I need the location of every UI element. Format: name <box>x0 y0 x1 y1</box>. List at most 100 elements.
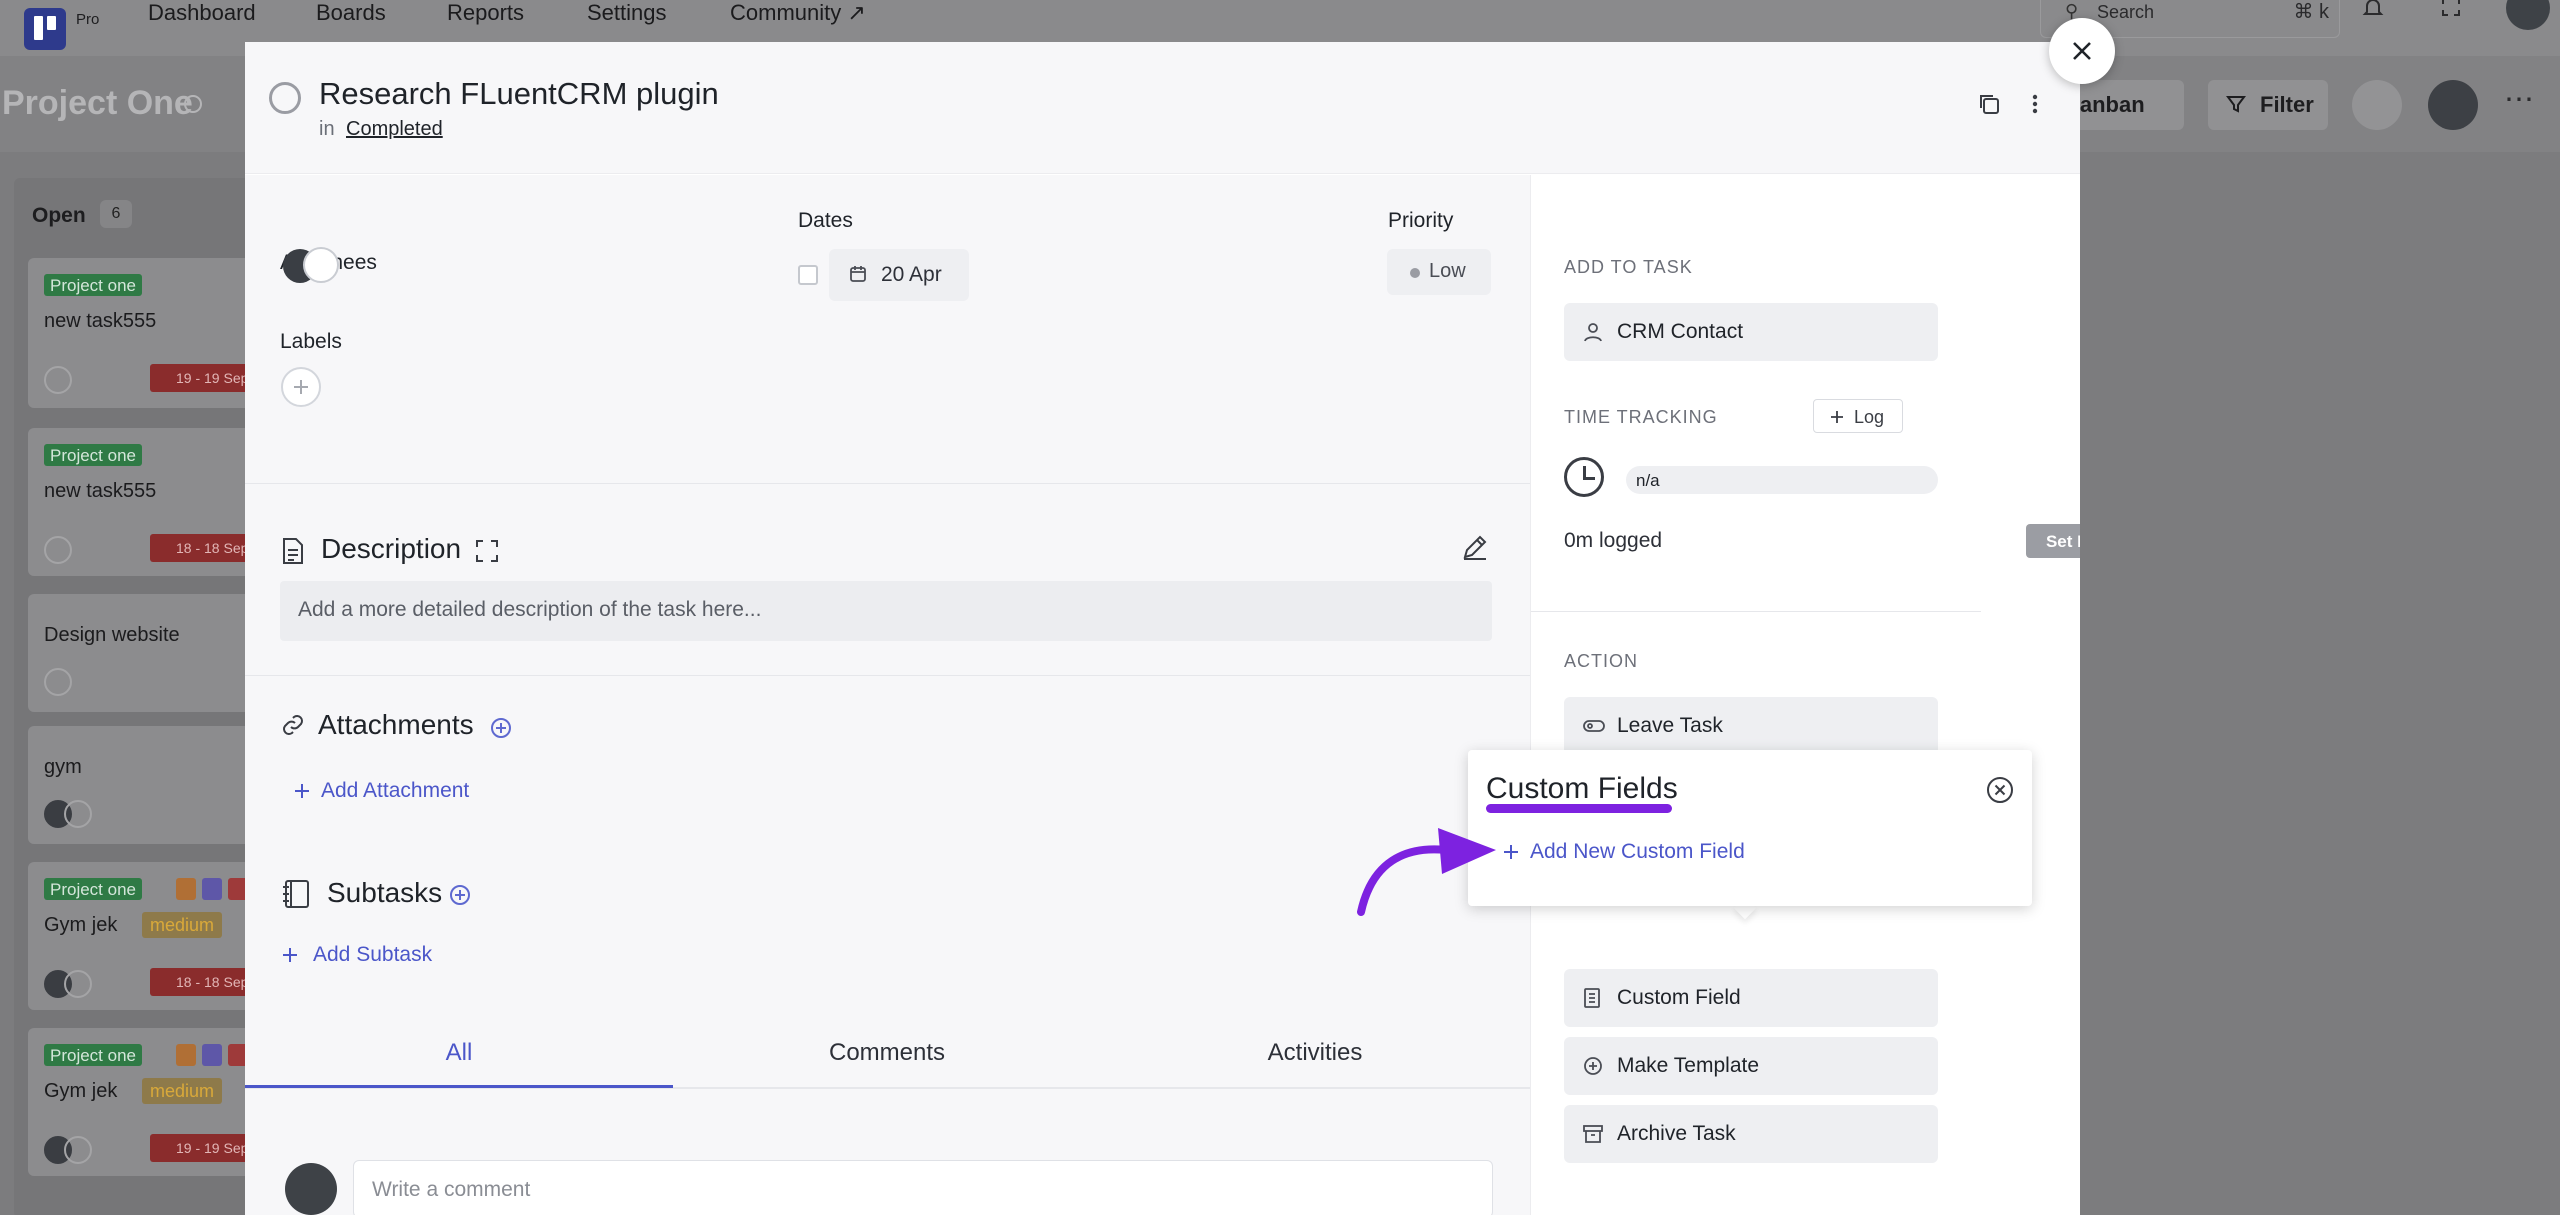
subtasks-icon <box>281 879 311 909</box>
task-title[interactable]: Research FLuentCRM plugin <box>319 76 719 112</box>
card-title: new task555 <box>44 310 157 332</box>
add-to-task-heading: ADD TO TASK <box>1564 257 1693 277</box>
tag-label: Project one <box>44 274 142 296</box>
card-title: Design website <box>44 624 180 646</box>
priority-label: Priority <box>1388 209 1454 232</box>
color-tag <box>176 878 196 900</box>
task-card[interactable]: Project one new task555 19 - 19 Sep <box>28 258 270 408</box>
add-assignee-button[interactable] <box>303 247 339 283</box>
leave-icon <box>1583 716 1605 736</box>
board-column-open: Open 6 Project one new task555 19 - 19 S… <box>14 178 274 1215</box>
nav-community[interactable]: Community ↗ <box>730 0 866 26</box>
plus-icon <box>283 948 297 962</box>
task-card[interactable]: gym <box>28 726 268 844</box>
card-title: Gym jek <box>44 914 118 936</box>
add-attachment-label: Add Attachment <box>321 779 470 802</box>
task-card[interactable]: Project one Gym jek medium 18 - 18 Sep <box>28 862 270 1010</box>
user-avatar[interactable] <box>2506 0 2550 30</box>
add-subtask-link[interactable]: Add Subtask <box>281 943 432 967</box>
card-title: new task555 <box>44 480 157 502</box>
time-tracking-heading: TIME TRACKING <box>1564 407 1718 427</box>
dates-label: Dates <box>798 209 853 232</box>
stage-link[interactable]: Completed <box>346 118 443 141</box>
comment-input[interactable]: Write a comment <box>353 1160 1493 1215</box>
description-field[interactable]: Add a more detailed description of the t… <box>280 581 1492 641</box>
color-tag <box>202 1044 222 1066</box>
add-custom-field-label: Add New Custom Field <box>1530 840 1745 863</box>
add-subtask-icon[interactable] <box>450 885 470 905</box>
priority-select[interactable]: Low <box>1387 249 1491 295</box>
log-time-button[interactable]: Log <box>1813 399 1903 433</box>
task-card[interactable]: Project one Gym jek medium 19 - 19 Sep <box>28 1028 270 1176</box>
edit-icon[interactable] <box>1461 533 1489 561</box>
tag-label: Project one <box>44 1044 142 1066</box>
more-icon[interactable]: ⋯ <box>2504 82 2536 117</box>
add-label-button[interactable] <box>281 367 321 407</box>
custom-field-button[interactable]: Custom Field <box>1564 969 1938 1027</box>
date-checkbox[interactable] <box>798 265 818 285</box>
set-estimation-button[interactable]: Set Estimation <box>2026 524 2080 558</box>
plus-icon <box>1831 411 1843 423</box>
nav-boards[interactable]: Boards <box>316 0 386 26</box>
description-title: Description <box>321 533 462 564</box>
project-title: Project One <box>2 84 193 122</box>
popover-title: Custom Fields <box>1486 772 1678 805</box>
divider <box>245 483 1530 484</box>
tab-all[interactable]: All <box>245 1039 673 1067</box>
action-heading: ACTION <box>1564 651 1639 671</box>
copy-icon[interactable] <box>1977 92 2001 116</box>
fullscreen-icon[interactable] <box>2440 0 2470 26</box>
ghost-avatar <box>64 1136 92 1164</box>
plus-icon <box>295 784 309 798</box>
add-attachment-link[interactable]: Add Attachment <box>293 779 469 803</box>
add-custom-field-link[interactable]: Add New Custom Field <box>1502 840 1745 864</box>
project-member-avatar[interactable] <box>2428 80 2478 130</box>
archive-task-button[interactable]: Archive Task <box>1564 1105 1938 1163</box>
leave-task-button[interactable]: Leave Task <box>1564 697 1938 755</box>
tab-comments[interactable]: Comments <box>673 1039 1101 1067</box>
subtasks-title: Subtasks <box>327 877 443 908</box>
column-title: Open <box>32 204 86 227</box>
ghost-avatar <box>64 970 92 998</box>
refresh-button[interactable] <box>2352 80 2402 130</box>
nav-reports[interactable]: Reports <box>447 0 524 26</box>
crm-contact-label: CRM Contact <box>1617 320 1744 343</box>
app-logo[interactable] <box>24 8 66 50</box>
highlight-underline <box>1486 804 1672 813</box>
tag-label: Project one <box>44 878 142 900</box>
template-icon <box>1583 1056 1603 1076</box>
expand-icon[interactable] <box>475 539 499 563</box>
color-tag <box>176 1044 196 1066</box>
filter-button[interactable]: Filter <box>2208 80 2328 130</box>
modal-header: Research FLuentCRM plugin in Completed <box>245 42 2080 174</box>
add-attachment-icon[interactable] <box>491 718 511 738</box>
document-icon <box>281 537 305 565</box>
date-value: 20 Apr <box>881 263 942 286</box>
search-shortcut: ⌘ k <box>2293 1 2329 23</box>
ghost-avatar <box>44 536 72 564</box>
task-modal: Research FLuentCRM plugin in Completed A… <box>245 42 2080 1215</box>
make-template-button[interactable]: Make Template <box>1564 1037 1938 1095</box>
task-card[interactable]: Design website <box>28 594 268 712</box>
close-icon <box>2073 42 2091 60</box>
commenter-avatar <box>285 1163 337 1215</box>
log-label: Log <box>1854 407 1885 427</box>
archive-task-label: Archive Task <box>1617 1122 1736 1145</box>
crm-contact-button[interactable]: CRM Contact <box>1564 303 1938 361</box>
active-tab-indicator <box>245 1085 673 1088</box>
more-options-icon[interactable] <box>2031 92 2039 116</box>
filter-icon <box>2226 96 2246 113</box>
nav-settings[interactable]: Settings <box>587 0 667 26</box>
task-main-panel: Assignees Dates 20 Apr Priority Low Labe… <box>245 175 1530 1215</box>
task-status-toggle[interactable] <box>269 82 301 114</box>
priority-value: Low <box>1429 260 1466 282</box>
close-circle-icon[interactable] <box>1986 776 2014 804</box>
info-icon[interactable] <box>184 95 202 113</box>
attachments-title: Attachments <box>318 709 474 740</box>
task-card[interactable]: Project one new task555 18 - 18 Sep <box>28 428 270 576</box>
nav-dashboard[interactable]: Dashboard <box>148 0 256 26</box>
close-modal-button[interactable] <box>2049 18 2115 84</box>
tab-activities[interactable]: Activities <box>1101 1039 1529 1067</box>
bell-icon[interactable] <box>2362 0 2392 26</box>
date-picker[interactable]: 20 Apr <box>829 249 969 301</box>
